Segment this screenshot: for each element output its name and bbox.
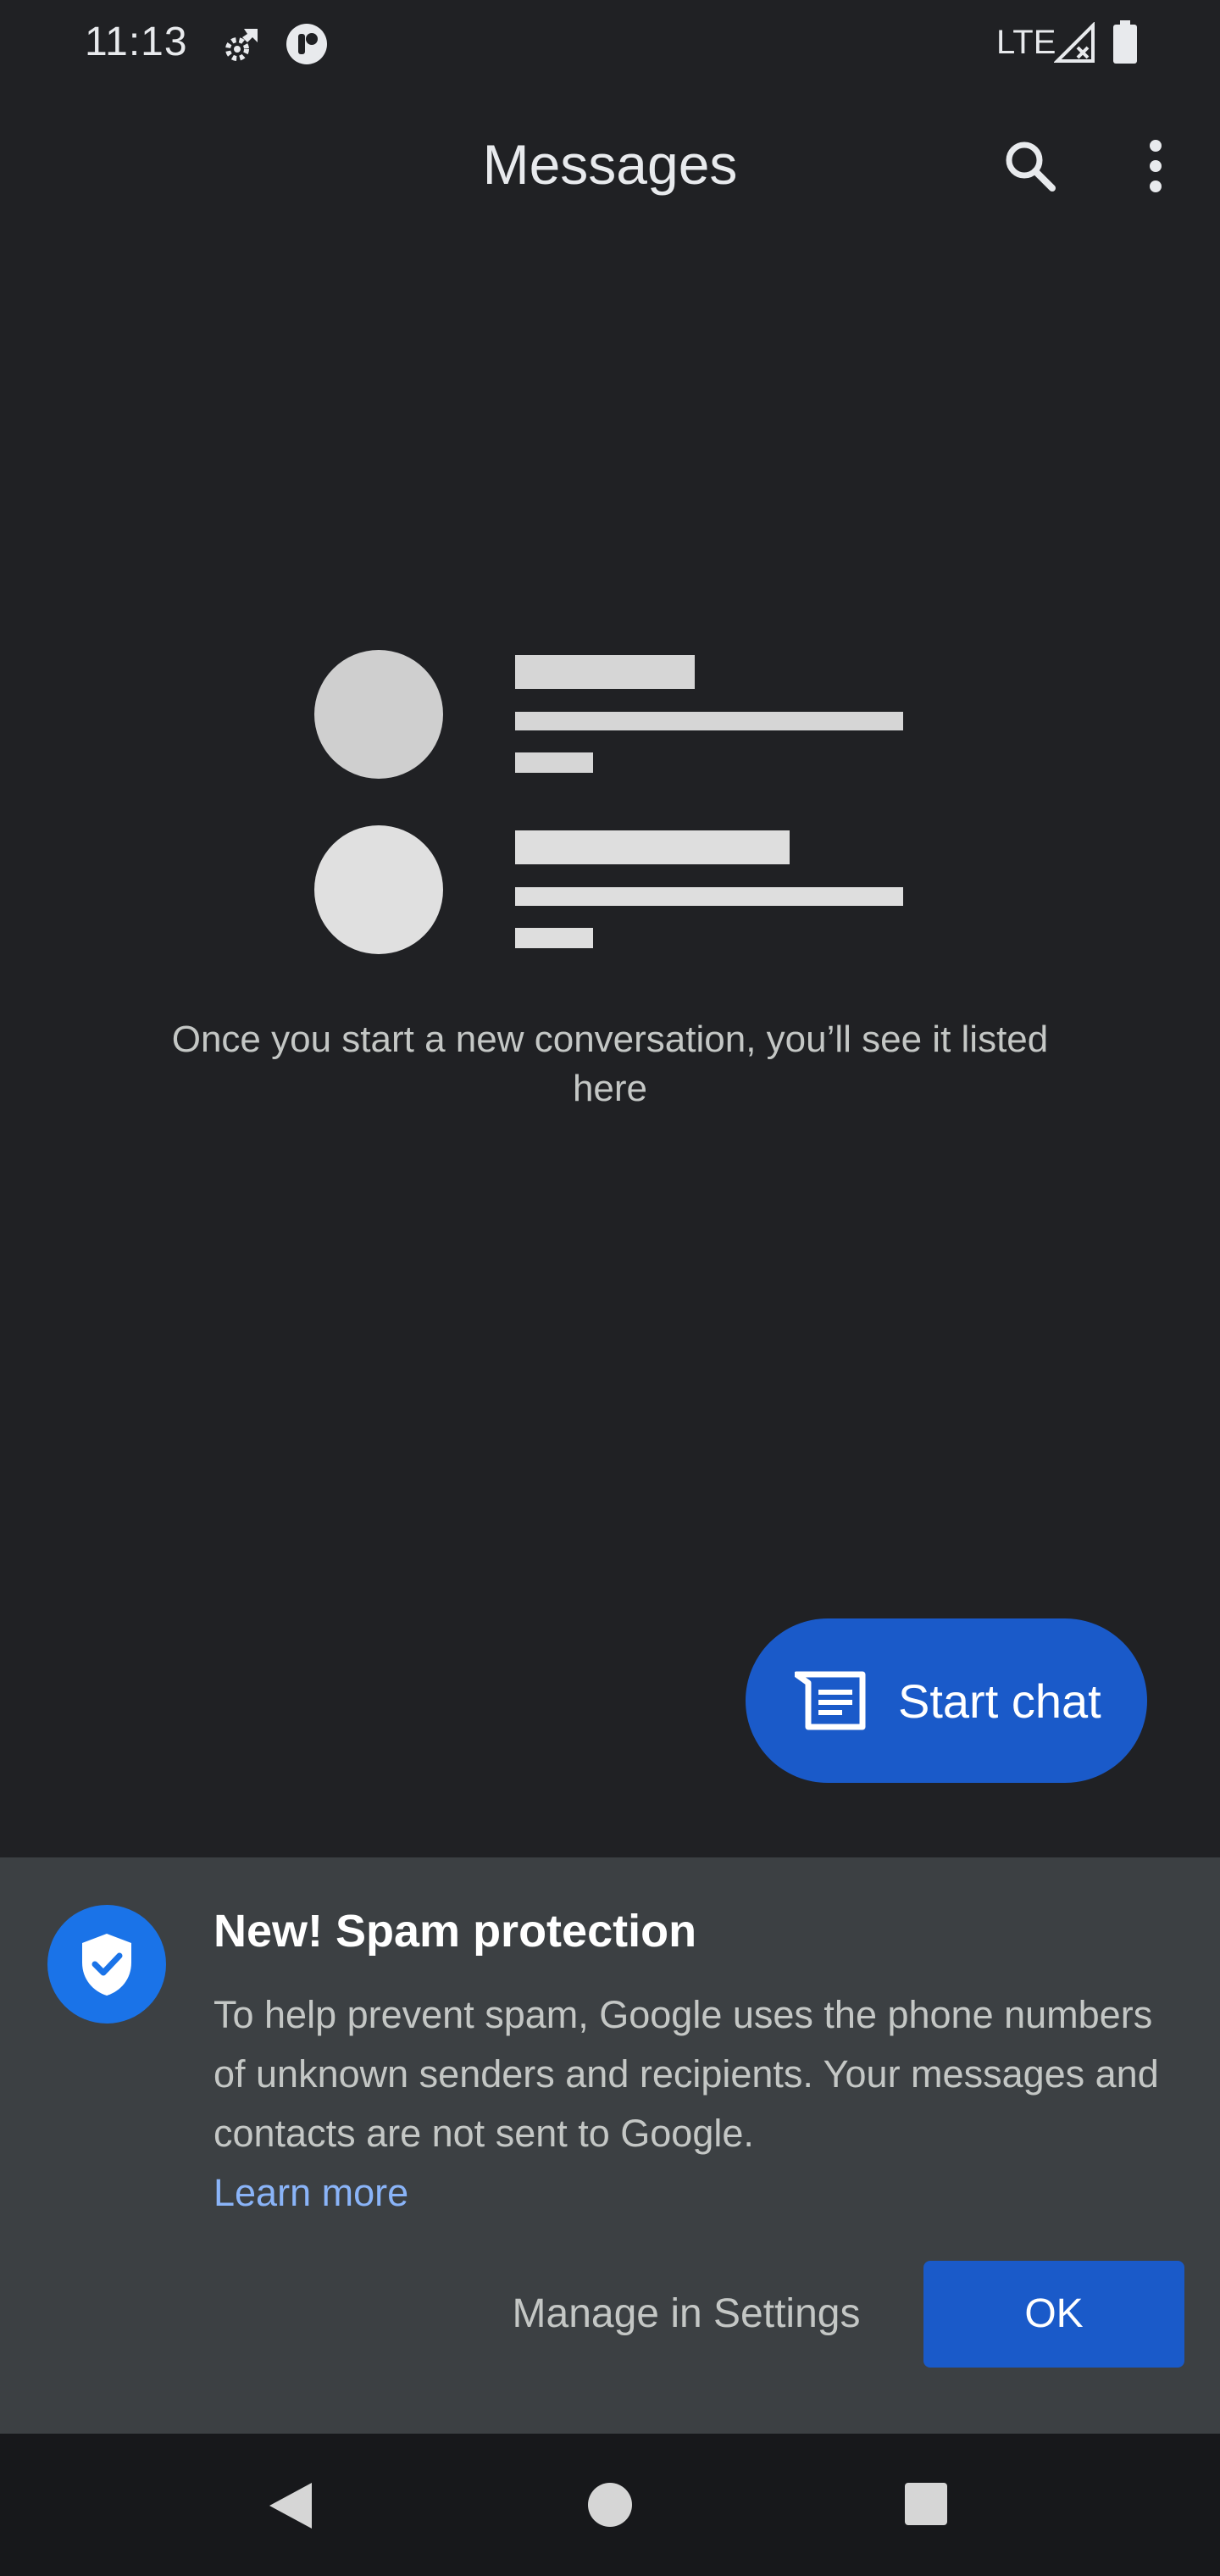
manage-in-settings-button[interactable]: Manage in Settings: [474, 2276, 898, 2352]
signal-icon: [1053, 21, 1096, 64]
chat-icon: [795, 1671, 866, 1730]
more-vert-icon: [1150, 140, 1162, 192]
home-button[interactable]: [585, 2479, 635, 2530]
back-icon: [269, 2483, 312, 2529]
network-type: LTE: [996, 24, 1056, 61]
start-chat-label: Start chat: [898, 1674, 1101, 1728]
empty-state-illustration: [313, 644, 907, 966]
shield-check-icon: [82, 1934, 131, 1996]
empty-state-message: Once you start a new conversation, you’l…: [171, 1019, 1049, 1109]
sheet-title: New! Spam protection: [214, 1906, 697, 1957]
search-icon: [1006, 142, 1056, 192]
home-icon: [588, 2483, 632, 2527]
more-options-button[interactable]: [1122, 132, 1190, 200]
settings-sync-icon: [219, 24, 263, 68]
start-chat-button[interactable]: Start chat: [746, 1618, 1147, 1783]
shield-badge: [47, 1905, 166, 2024]
back-button[interactable]: [263, 2478, 319, 2534]
recents-button[interactable]: [903, 2481, 949, 2527]
ok-button[interactable]: OK: [923, 2261, 1184, 2368]
recents-icon: [905, 2483, 947, 2525]
status-time: 11:13: [85, 19, 188, 64]
assistant-icon: [283, 20, 330, 68]
sheet-body-text: To help prevent spam, Google uses the ph…: [214, 1993, 1159, 2155]
battery-icon: [1112, 20, 1139, 64]
search-button[interactable]: [996, 132, 1064, 200]
learn-more-link[interactable]: Learn more: [214, 2163, 408, 2223]
